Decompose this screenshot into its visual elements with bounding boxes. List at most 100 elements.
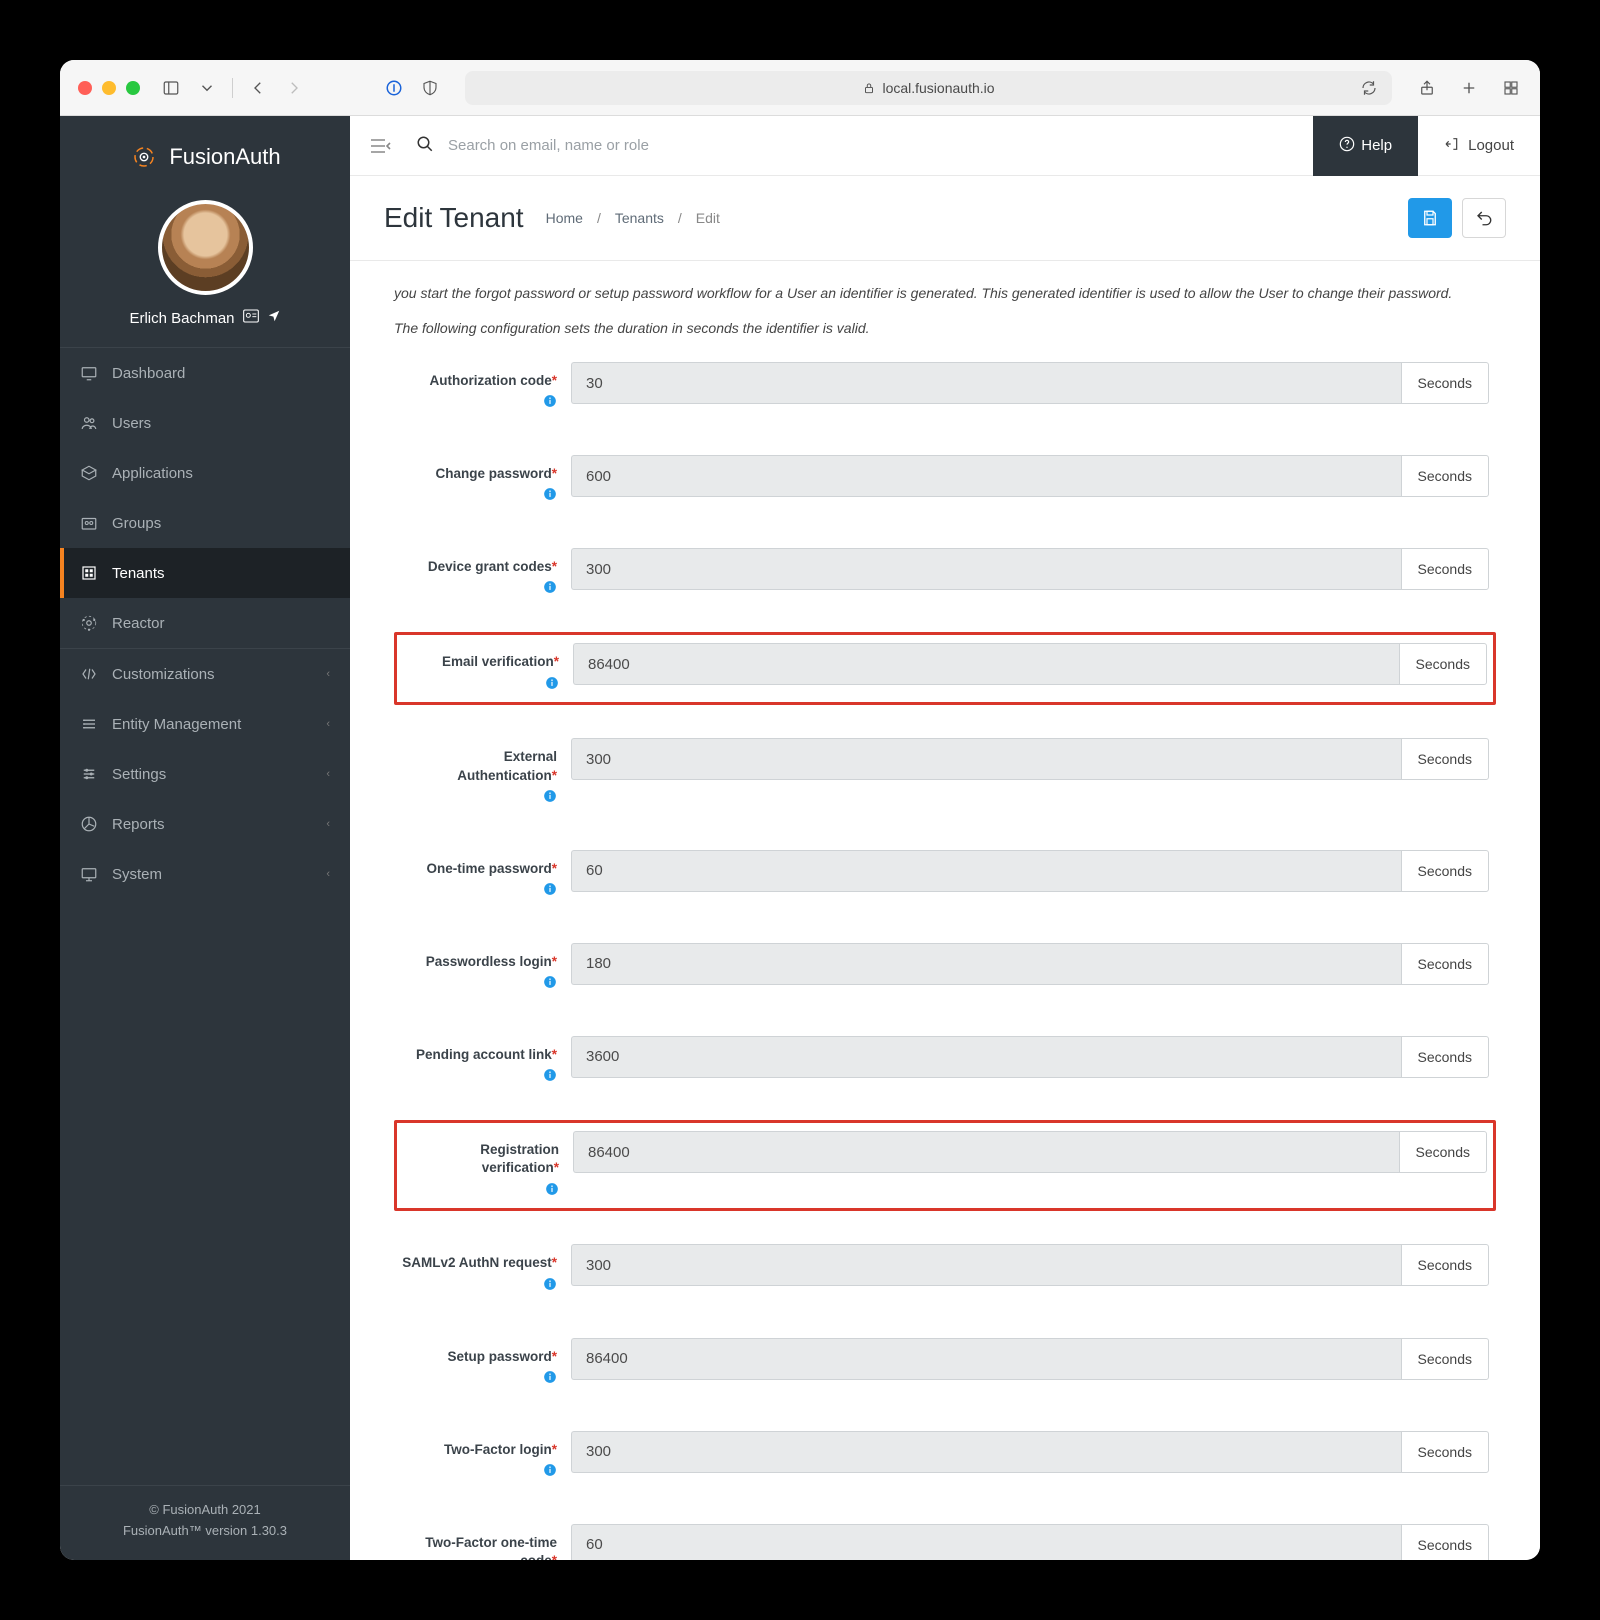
page-title: Edit Tenant: [384, 202, 524, 234]
field-label: Authorization code: [429, 373, 551, 388]
copyright: © FusionAuth 2021: [60, 1500, 350, 1521]
field-input[interactable]: [571, 1338, 1401, 1380]
nav-icon: [80, 614, 98, 632]
url-text: local.fusionauth.io: [882, 80, 994, 96]
help-icon: [1339, 136, 1355, 156]
id-card-icon[interactable]: [243, 309, 259, 327]
search-icon: [416, 135, 434, 156]
field-label: Device grant codes: [428, 559, 552, 574]
info-icon[interactable]: [403, 676, 559, 695]
collapse-sidebar-icon[interactable]: [368, 134, 392, 158]
info-icon[interactable]: [401, 975, 557, 994]
share-icon[interactable]: [1416, 77, 1438, 99]
info-icon[interactable]: [403, 1182, 559, 1201]
logout-button[interactable]: Logout: [1418, 136, 1540, 156]
sidebar-item-users[interactable]: Users: [60, 398, 350, 448]
unit-label: Seconds: [1401, 850, 1489, 892]
info-icon[interactable]: [401, 394, 557, 413]
sidebar-item-tenants[interactable]: Tenants: [60, 548, 350, 598]
field-label: Passwordless login: [426, 954, 552, 969]
info-icon[interactable]: [401, 580, 557, 599]
reload-icon[interactable]: [1358, 77, 1380, 99]
unit-label: Seconds: [1401, 548, 1489, 590]
breadcrumb-tenants[interactable]: Tenants: [615, 210, 664, 226]
sidebar-item-label: Tenants: [112, 565, 165, 582]
sidebar-item-system[interactable]: System‹: [60, 849, 350, 899]
sidebar-item-dashboard[interactable]: Dashboard: [60, 348, 350, 398]
sidebar-item-reactor[interactable]: Reactor: [60, 598, 350, 648]
field-input[interactable]: [571, 738, 1401, 780]
new-tab-icon[interactable]: [1458, 77, 1480, 99]
breadcrumb: Home/ Tenants/ Edit: [546, 210, 720, 226]
unit-label: Seconds: [1399, 1131, 1487, 1173]
avatar[interactable]: [158, 200, 253, 295]
form-row-pending-account-link: Pending account link*Seconds: [394, 1027, 1496, 1096]
field-input[interactable]: [571, 850, 1401, 892]
breadcrumb-home[interactable]: Home: [546, 210, 583, 226]
sidebar-item-applications[interactable]: Applications: [60, 448, 350, 498]
close-window-dot[interactable]: [78, 81, 92, 95]
info-icon[interactable]: [401, 1068, 557, 1087]
info-icon[interactable]: [401, 1370, 557, 1389]
forward-icon[interactable]: [283, 77, 305, 99]
nav-icon: [80, 665, 98, 683]
field-label: Setup password: [447, 1349, 551, 1364]
field-label: Email verification: [442, 654, 554, 669]
field-label: One-time password: [426, 861, 551, 876]
back-button[interactable]: [1462, 198, 1506, 238]
lock-icon: [862, 81, 876, 95]
field-label: Pending account link: [416, 1047, 552, 1062]
logo-icon: [129, 142, 159, 172]
field-input[interactable]: [571, 943, 1401, 985]
nav-icon: [80, 364, 98, 382]
chevron-down-icon[interactable]: [196, 77, 218, 99]
page-header: Edit Tenant Home/ Tenants/ Edit: [350, 176, 1540, 261]
form-row-one-time-password: One-time password*Seconds: [394, 841, 1496, 910]
field-input[interactable]: [571, 1431, 1401, 1473]
nav-icon: [80, 464, 98, 482]
sidebar-item-settings[interactable]: Settings‹: [60, 749, 350, 799]
field-label: SAMLv2 AuthN request: [402, 1255, 552, 1270]
info-icon[interactable]: [401, 1277, 557, 1296]
maximize-window-dot[interactable]: [126, 81, 140, 95]
field-input[interactable]: [573, 1131, 1399, 1173]
location-arrow-icon[interactable]: [267, 309, 281, 327]
field-input[interactable]: [571, 1524, 1401, 1560]
field-input[interactable]: [571, 1036, 1401, 1078]
back-icon[interactable]: [247, 77, 269, 99]
form-row-samlv2-authn-request: SAMLv2 AuthN request*Seconds: [394, 1235, 1496, 1304]
main: Help Logout Edit Tenant Home/ Tenants/ E…: [350, 116, 1540, 1560]
sidebar-item-customizations[interactable]: Customizations‹: [60, 649, 350, 699]
sidebar-item-entity-management[interactable]: Entity Management‹: [60, 699, 350, 749]
nav-icon: [80, 865, 98, 883]
url-bar[interactable]: local.fusionauth.io: [465, 71, 1392, 105]
info-icon[interactable]: [401, 882, 557, 901]
field-input[interactable]: [571, 548, 1401, 590]
help-button[interactable]: Help: [1313, 116, 1418, 176]
sidebar-toggle-icon[interactable]: [160, 77, 182, 99]
info-icon[interactable]: [401, 1463, 557, 1482]
field-input[interactable]: [571, 455, 1401, 497]
info-icon[interactable]: [401, 789, 557, 808]
onepassword-icon[interactable]: [383, 77, 405, 99]
username: Erlich Bachman: [60, 309, 350, 327]
topbar: Help Logout: [350, 116, 1540, 176]
form-row-authorization-code: Authorization code*Seconds: [394, 353, 1496, 422]
minimize-window-dot[interactable]: [102, 81, 116, 95]
intro-paragraph-1: you start the forgot password or setup p…: [394, 283, 1496, 304]
search-input[interactable]: [448, 137, 798, 154]
tabs-icon[interactable]: [1500, 77, 1522, 99]
field-input[interactable]: [571, 1244, 1401, 1286]
unit-label: Seconds: [1401, 1036, 1489, 1078]
field-label: Change password: [435, 466, 551, 481]
field-input[interactable]: [573, 643, 1399, 685]
unit-label: Seconds: [1401, 455, 1489, 497]
shield-icon[interactable]: [419, 77, 441, 99]
sidebar-item-label: Groups: [112, 515, 161, 532]
sidebar-item-groups[interactable]: Groups: [60, 498, 350, 548]
form-row-two-factor-one-time-code: Two-Factor one-time code*Seconds: [394, 1515, 1496, 1560]
field-input[interactable]: [571, 362, 1401, 404]
info-icon[interactable]: [401, 487, 557, 506]
sidebar-item-reports[interactable]: Reports‹: [60, 799, 350, 849]
save-button[interactable]: [1408, 198, 1452, 238]
